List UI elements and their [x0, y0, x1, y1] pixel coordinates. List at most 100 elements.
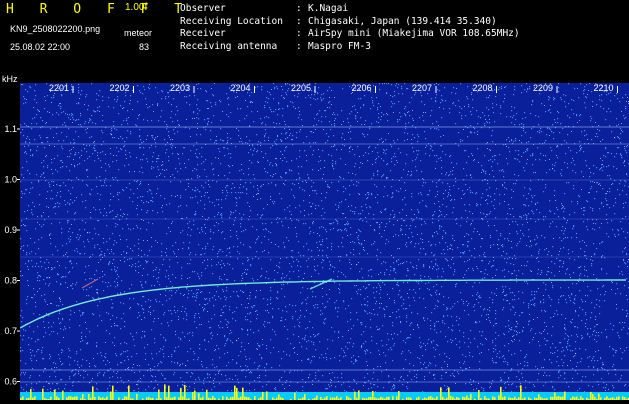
meteor-burst-bar — [22, 396, 24, 400]
meteor-burst-bar — [346, 396, 348, 400]
meteor-burst-bar — [168, 385, 170, 400]
time-tick-label: 2210 — [593, 83, 613, 93]
meteor-count: 83 — [139, 42, 150, 52]
meteor-burst-bar — [34, 396, 36, 400]
meteor-burst-bar — [56, 396, 58, 400]
info-separator: : — [296, 40, 302, 52]
frequency-axis: 1.1 1.0 0.9 0.8 0.7 0.6 — [4, 124, 20, 387]
meteor-burst-bar — [202, 396, 204, 400]
meteor-burst-bar — [622, 396, 624, 400]
info-label: Receiver — [180, 28, 226, 39]
meteor-burst-bar — [440, 387, 442, 400]
meteor-burst-bar — [98, 396, 100, 400]
info-separator: : — [296, 3, 302, 14]
meteor-burst-bar — [136, 393, 138, 400]
meteor-burst-bar — [112, 385, 114, 400]
time-tick-label: 2207 — [412, 83, 432, 93]
info-value: Maspro FM-3 — [308, 40, 371, 52]
meteor-burst-bar — [428, 396, 430, 400]
meteor-burst-bar — [336, 396, 338, 400]
meteor-burst-bar — [128, 385, 130, 400]
meteor-burst-bar — [158, 389, 160, 400]
meteor-burst-bar — [564, 391, 566, 400]
info-separator: : — [296, 15, 302, 27]
header-panel: H R O F F T 1.00f KN9_2508022200.png 25.… — [0, 0, 629, 78]
meteor-burst-bar — [70, 396, 72, 400]
meteor-burst-bar — [262, 391, 264, 400]
station-info: Observer: K.Nagai Receiving Location: Chig… — [180, 3, 520, 53]
meteor-burst-bar — [558, 396, 560, 400]
meteor-burst-bar — [92, 386, 94, 400]
spectrogram: 2201 2202 2203 2204 2205 2206 2207 2208 2209 2210 — [19, 83, 629, 401]
frequency-tick-label: 1.0 — [4, 175, 17, 185]
frequency-tick-label: 0.7 — [4, 326, 17, 336]
meteor-label: meteor — [124, 28, 153, 38]
frequency-tick-label: 0.8 — [4, 276, 17, 286]
info-value: K.Nagai — [308, 3, 349, 14]
timestamp: 25.08.02 22:00 — [10, 42, 71, 52]
time-tick-label: 2208 — [472, 83, 492, 93]
meteor-burst-bar — [316, 395, 318, 400]
meteor-burst-bar — [500, 386, 502, 400]
info-value: AirSpy mini (Miakejima VOR 108.65MHz) — [308, 28, 520, 39]
meteor-burst-bar — [192, 392, 194, 400]
meteor-burst-bar — [304, 394, 306, 400]
meteor-burst-bar — [498, 395, 500, 400]
meteor-burst-bar — [88, 393, 90, 400]
meteor-burst-bar — [396, 396, 398, 400]
meteor-burst-bar — [430, 396, 432, 400]
info-row-receiver: Receiver: AirSpy mini (Miakejima VOR 108.… — [180, 28, 520, 41]
meteor-burst-bar — [180, 387, 182, 400]
meteor-burst-bar — [206, 389, 208, 400]
meteor-burst-bar — [62, 390, 64, 400]
meteor-burst-bar — [372, 391, 374, 400]
info-label: Observer — [180, 3, 226, 14]
meteor-burst-bar — [326, 396, 328, 400]
meteor-burst-bar — [562, 396, 564, 400]
meteor-burst-bar — [590, 391, 592, 400]
meteor-burst-bar — [358, 390, 360, 400]
meteor-burst-bar — [580, 396, 582, 400]
meteor-burst-bar — [450, 396, 452, 400]
meteor-burst-bar — [576, 396, 578, 400]
meteor-burst-bar — [82, 394, 84, 400]
meteor-burst-bar — [618, 396, 620, 400]
meteor-burst-bar — [42, 388, 44, 400]
meteor-burst-bar — [244, 396, 246, 400]
meteor-burst-bar — [484, 396, 486, 400]
time-tick-label: 2203 — [170, 83, 190, 93]
spectrogram-area: 2201 2202 2203 2204 2205 2206 2207 2208 2209 2210 — [19, 83, 629, 401]
meteor-burst-bar — [354, 391, 356, 400]
meteor-burst-bar — [184, 384, 186, 400]
meteor-burst-bar — [572, 396, 574, 400]
meteor-burst-bar — [74, 396, 76, 400]
meteor-burst-bar — [110, 391, 112, 400]
meteor-burst-bar — [68, 396, 70, 400]
meteor-burst-bar — [182, 396, 184, 400]
meteor-burst-bar — [448, 387, 450, 400]
info-row-antenna: Receiving antenna: Maspro FM-3 — [180, 41, 520, 54]
meteor-burst-bar — [164, 384, 166, 400]
info-label: Receiving antenna — [180, 40, 278, 52]
meteor-burst-bar — [504, 396, 506, 400]
info-row-location: Receiving Location: Chigasaki, Japan (139… — [180, 16, 520, 29]
meteor-burst-bar — [470, 393, 472, 400]
meteor-burst-bar — [106, 396, 108, 400]
meteor-burst-bar — [234, 385, 236, 400]
meteor-burst-bar — [520, 385, 522, 400]
meteor-burst-bar — [538, 394, 540, 400]
info-separator: : — [296, 28, 302, 39]
meteor-burst-bar — [554, 392, 556, 400]
meteor-burst-bar — [466, 395, 468, 400]
meteor-burst-bar — [124, 396, 126, 400]
meteor-burst-bar — [592, 394, 594, 400]
meteor-burst-bar — [392, 396, 394, 400]
meteor-burst-bar — [598, 393, 600, 400]
meteor-burst-bar — [266, 391, 268, 400]
time-tick-label: 2204 — [230, 83, 250, 93]
meteor-burst-bar — [240, 396, 242, 400]
meteor-burst-bar — [478, 390, 480, 400]
file-name: KN9_2508022200.png — [10, 24, 101, 34]
time-tick-label: 2202 — [109, 83, 129, 93]
meteor-burst-bar — [222, 396, 224, 400]
